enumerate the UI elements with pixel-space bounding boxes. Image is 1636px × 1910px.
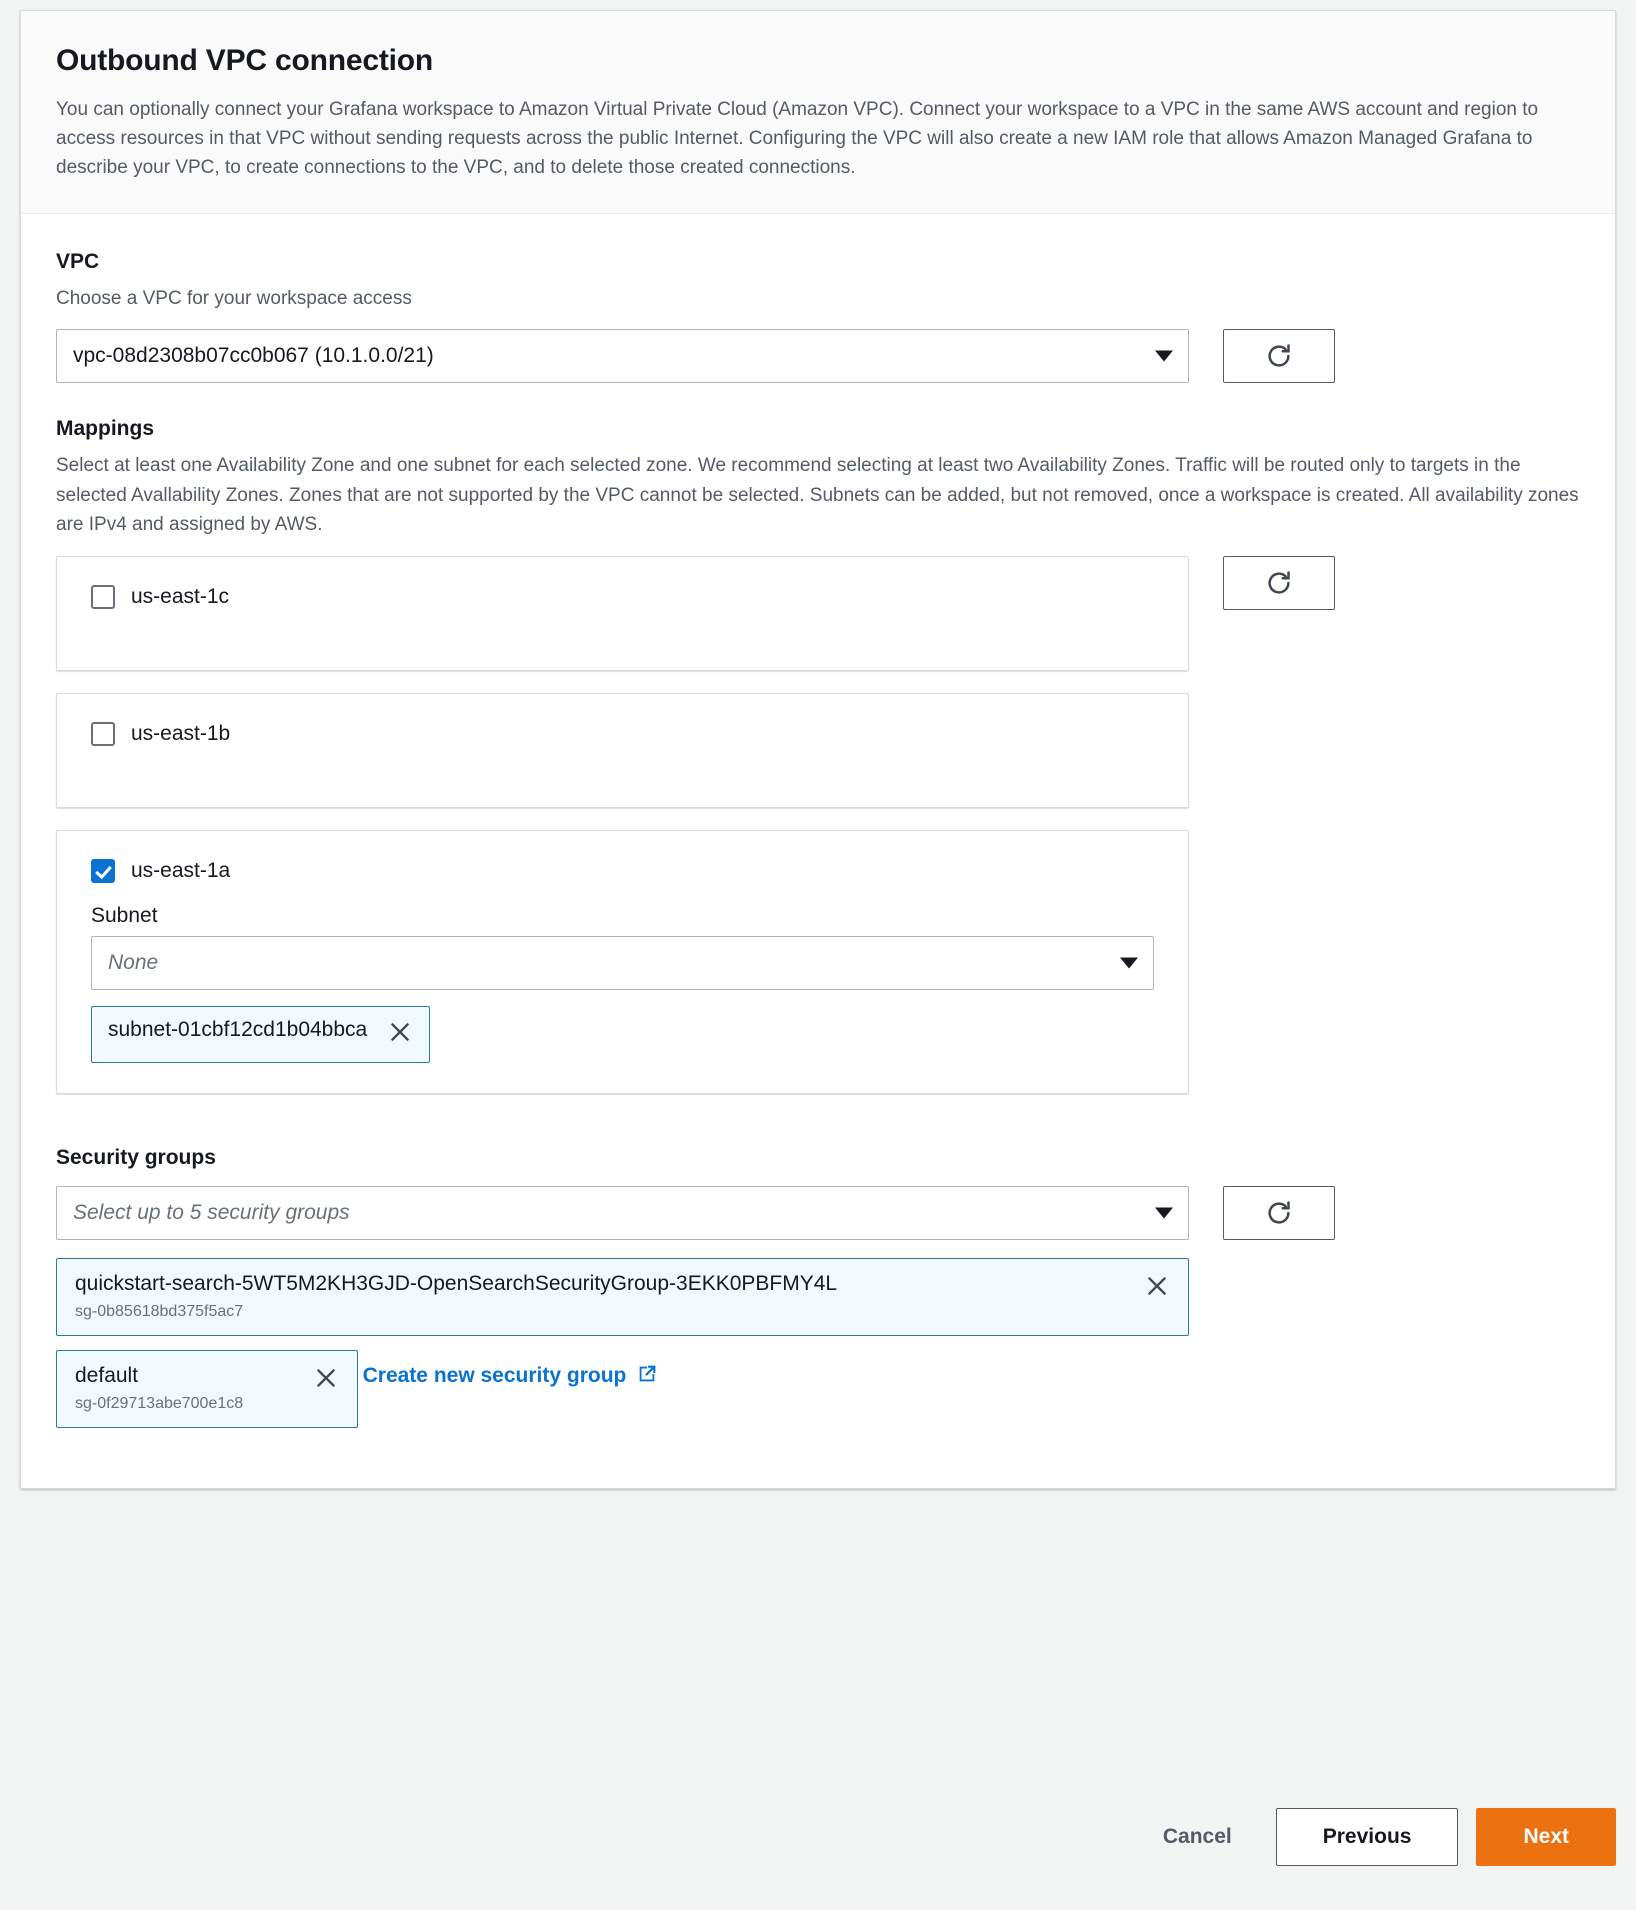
vpc-select[interactable]: vpc-08d2308b07cc0b067 (10.1.0.0/21) xyxy=(56,329,1189,384)
create-security-group-link[interactable]: Create new security group xyxy=(363,1363,659,1390)
vpc-section-title: VPC xyxy=(56,249,100,273)
zone-checkbox-us-east-1c[interactable] xyxy=(91,584,115,609)
security-groups-refresh-button[interactable] xyxy=(1223,1185,1335,1240)
subnet-chip: subnet-01cbf12cd1b04bbca xyxy=(91,1005,431,1063)
security-group-chip-id: sg-0b85618bd375f5ac7 xyxy=(75,1302,244,1320)
cancel-button[interactable]: Cancel xyxy=(1141,1811,1254,1863)
refresh-icon xyxy=(1264,1198,1294,1228)
panel-body: VPC Choose a VPC for your workspace acce… xyxy=(21,214,1615,1489)
zone-checkbox-line[interactable]: us-east-1b xyxy=(91,721,1154,746)
security-group-chip: default sg-0f29713abe700e1c8 xyxy=(56,1350,359,1429)
create-security-group-label: Create new security group xyxy=(362,1364,627,1387)
mappings-section: Mappings Select at least one Availabilit… xyxy=(56,417,1580,1094)
mappings-refresh-button[interactable] xyxy=(1223,555,1335,610)
availability-zone-row: us-east-1b xyxy=(56,692,1580,808)
chevron-down-icon xyxy=(1155,350,1173,362)
wizard-footer: Cancel Previous Next xyxy=(20,1808,1616,1866)
subnet-select-placeholder: None xyxy=(108,950,159,974)
mappings-section-title: Mappings xyxy=(56,417,154,441)
chevron-down-icon xyxy=(1155,1207,1173,1219)
zone-checkbox-us-east-1b[interactable] xyxy=(91,721,115,746)
subnet-select[interactable]: None xyxy=(91,935,1154,990)
security-group-chip-id: sg-0f29713abe700e1c8 xyxy=(75,1395,244,1413)
refresh-icon xyxy=(1264,341,1294,371)
panel-header: Outbound VPC connection You can optional… xyxy=(21,11,1615,214)
availability-zone-row: us-east-1c xyxy=(56,555,1580,671)
previous-button[interactable]: Previous xyxy=(1275,1808,1459,1866)
availability-zone-row: us-east-1a Subnet None subnet-01cbf12cd1… xyxy=(56,829,1580,1094)
close-icon[interactable] xyxy=(313,1365,339,1396)
zone-checkbox-line[interactable]: us-east-1a xyxy=(91,858,1154,883)
vpc-select-value: vpc-08d2308b07cc0b067 (10.1.0.0/21) xyxy=(73,344,434,368)
vpc-refresh-button[interactable] xyxy=(1223,329,1335,384)
vpc-section-subtitle: Choose a VPC for your workspace access xyxy=(56,287,412,309)
refresh-icon xyxy=(1264,568,1294,598)
mappings-section-description: Select at least one Availability Zone an… xyxy=(56,455,1579,536)
page-title: Outbound VPC connection xyxy=(56,44,434,77)
vpc-section: VPC Choose a VPC for your workspace acce… xyxy=(56,249,1580,384)
external-link-icon xyxy=(636,1363,658,1390)
zone-label: us-east-1b xyxy=(131,721,231,745)
availability-zone-card-1c: us-east-1c xyxy=(56,555,1189,671)
zone-label: us-east-1a xyxy=(131,858,231,882)
availability-zone-card-1a: us-east-1a Subnet None subnet-01cbf12cd1… xyxy=(56,829,1189,1094)
close-icon[interactable] xyxy=(387,1019,413,1050)
availability-zone-card-1b: us-east-1b xyxy=(56,692,1189,808)
security-groups-title: Security groups xyxy=(56,1145,216,1169)
vpc-select-row: vpc-08d2308b07cc0b067 (10.1.0.0/21) xyxy=(56,329,1580,384)
zone-label: us-east-1c xyxy=(131,584,230,608)
security-groups-placeholder: Select up to 5 security groups xyxy=(73,1200,350,1224)
security-group-chip-label: default xyxy=(75,1364,139,1387)
security-groups-select[interactable]: Select up to 5 security groups xyxy=(56,1185,1189,1240)
security-groups-section: Security groups Select up to 5 security … xyxy=(56,1146,1580,1429)
security-groups-select-row: Select up to 5 security groups xyxy=(56,1185,1580,1240)
zone-checkbox-us-east-1a[interactable] xyxy=(91,858,115,883)
next-button[interactable]: Next xyxy=(1476,1808,1616,1866)
wizard-panel: Outbound VPC connection You can optional… xyxy=(20,10,1616,1490)
page-description: You can optionally connect your Grafana … xyxy=(56,98,1539,179)
security-group-chip-label: quickstart-search-5WT5M2KH3GJD-OpenSearc… xyxy=(75,1271,838,1295)
subnet-chip-label: subnet-01cbf12cd1b04bbca xyxy=(108,1017,368,1041)
chevron-down-icon xyxy=(1120,957,1138,969)
page-root: Outbound VPC connection You can optional… xyxy=(0,0,1636,1910)
zone-checkbox-line[interactable]: us-east-1c xyxy=(91,584,1154,609)
close-icon[interactable] xyxy=(1144,1273,1170,1304)
subnet-label: Subnet xyxy=(91,903,158,927)
security-group-chip: quickstart-search-5WT5M2KH3GJD-OpenSearc… xyxy=(56,1257,1189,1336)
